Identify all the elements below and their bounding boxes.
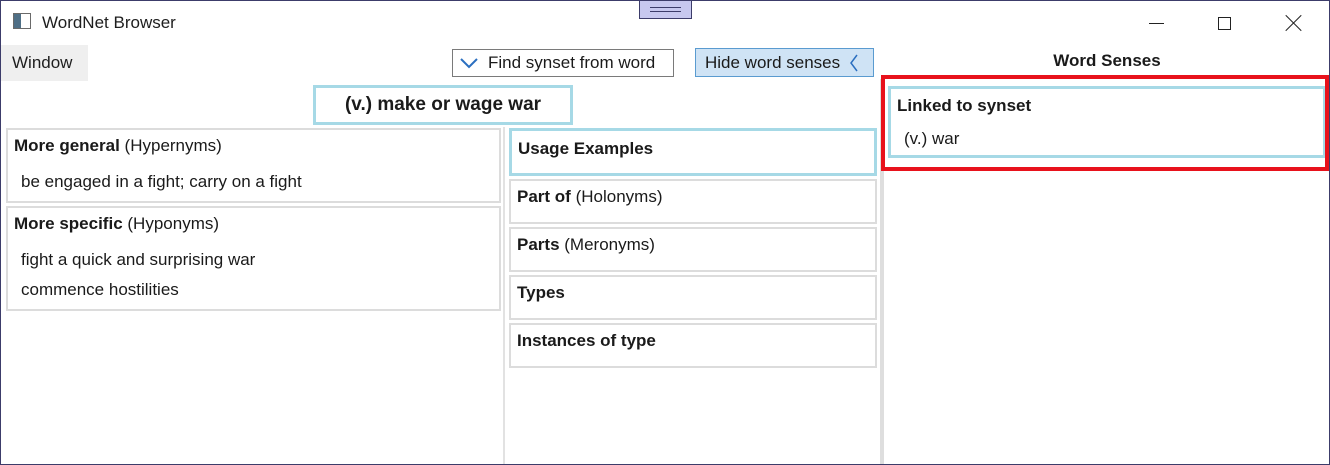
hypernyms-sublabel: (Hypernyms) — [124, 136, 222, 155]
grip-icon — [650, 7, 681, 12]
hypernyms-panel: More general (Hypernyms) be engaged in a… — [6, 128, 501, 203]
instances-label: Instances of type — [517, 331, 656, 350]
instances-panel: Instances of type — [509, 323, 877, 368]
meronyms-panel: Parts (Meronyms) — [509, 227, 877, 272]
holonyms-sublabel: (Holonyms) — [575, 187, 663, 206]
column-splitter[interactable] — [503, 127, 505, 464]
find-synset-button[interactable]: Find synset from word — [452, 49, 674, 77]
synset-title: (v.) make or wage war — [313, 85, 573, 125]
instances-heading: Instances of type — [517, 331, 656, 351]
hyponyms-sublabel: (Hyponyms) — [127, 214, 220, 233]
hide-word-senses-label: Hide word senses — [705, 52, 841, 72]
hyponym-item[interactable]: commence hostilities — [21, 280, 179, 300]
types-heading: Types — [517, 283, 565, 303]
title-bar[interactable]: WordNet Browser — [1, 1, 1329, 45]
app-window-icon — [13, 13, 31, 29]
hypernyms-label: More general — [14, 136, 120, 155]
minimize-button[interactable] — [1122, 1, 1190, 45]
hyponyms-label: More specific — [14, 214, 123, 233]
chevron-down-icon — [460, 58, 478, 69]
maximize-button[interactable] — [1190, 1, 1258, 45]
meronyms-label: Parts — [517, 235, 560, 254]
usage-examples-panel: Usage Examples — [509, 128, 877, 176]
chevron-left-icon — [850, 54, 858, 71]
usage-examples-heading: Usage Examples — [518, 139, 653, 159]
meronyms-sublabel: (Meronyms) — [564, 235, 655, 254]
hyponyms-panel: More specific (Hyponyms) fight a quick a… — [6, 206, 501, 311]
app-window: WordNet Browser Window Find synset from … — [0, 0, 1330, 465]
holonyms-label: Part of — [517, 187, 571, 206]
word-senses-header: Word Senses — [1053, 51, 1161, 70]
hypernym-item[interactable]: be engaged in a fight; carry on a fight — [21, 172, 302, 192]
minimize-icon — [1148, 22, 1164, 24]
hyponym-item[interactable]: fight a quick and surprising war — [21, 250, 255, 270]
highlight-box — [881, 75, 1329, 171]
holonyms-panel: Part of (Holonyms) — [509, 179, 877, 224]
close-button[interactable] — [1260, 1, 1328, 45]
hide-word-senses-button[interactable]: Hide word senses — [695, 48, 874, 77]
hyponyms-heading: More specific (Hyponyms) — [14, 214, 219, 234]
menu-window[interactable]: Window — [1, 45, 88, 81]
drag-handle[interactable] — [639, 1, 692, 19]
app-title: WordNet Browser — [42, 13, 176, 32]
find-synset-label: Find synset from word — [488, 53, 656, 72]
holonyms-heading: Part of (Holonyms) — [517, 187, 662, 207]
hypernyms-heading: More general (Hypernyms) — [14, 136, 222, 156]
meronyms-heading: Parts (Meronyms) — [517, 235, 655, 255]
close-icon — [1285, 14, 1303, 32]
types-label: Types — [517, 283, 565, 302]
types-panel: Types — [509, 275, 877, 320]
usage-examples-label: Usage Examples — [518, 139, 654, 158]
maximize-icon — [1217, 16, 1231, 30]
